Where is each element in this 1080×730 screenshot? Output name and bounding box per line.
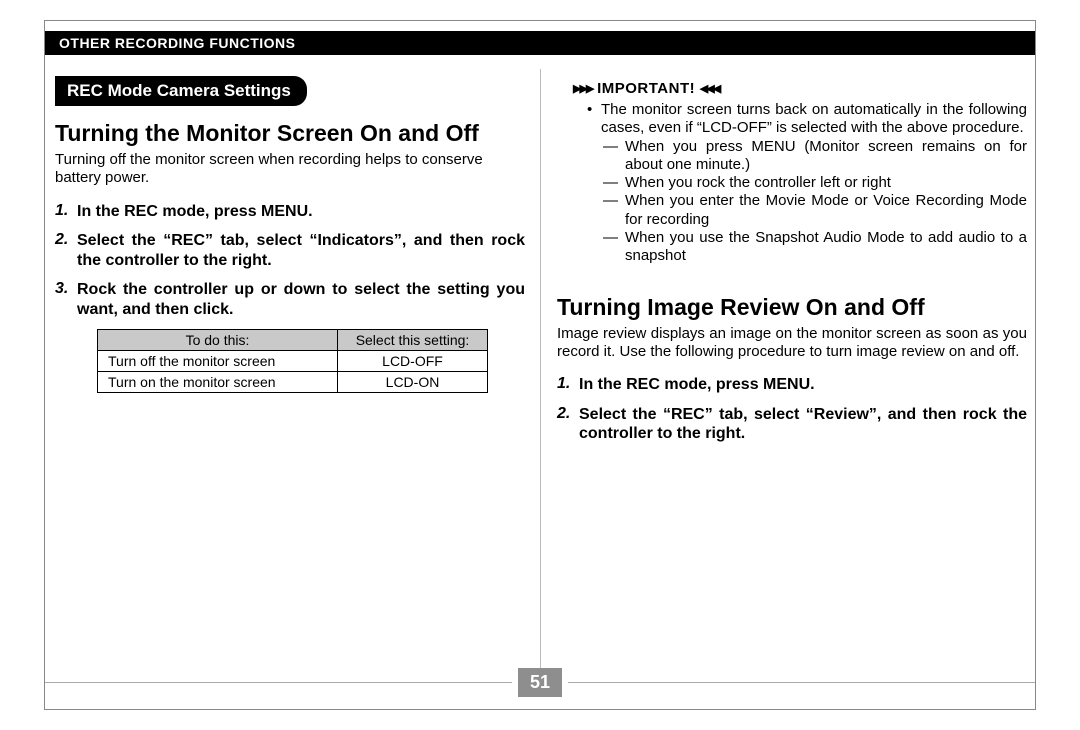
right-column: ▶▶▶ IMPORTANT! ◀◀◀ • The monitor screen … — [557, 76, 1027, 454]
subsection-pill-text: REC Mode Camera Settings — [67, 81, 291, 100]
table-header-cell: Select this setting: — [338, 330, 488, 351]
step-item: 2. Select the “REC” tab, select “Indicat… — [55, 231, 525, 270]
dash-mark: — — [603, 229, 625, 266]
column-divider — [540, 69, 541, 675]
table-row: Turn on the monitor screen LCD-ON — [98, 372, 488, 393]
table-header-cell: To do this: — [98, 330, 338, 351]
intro-image-review: Image review displays an image on the mo… — [557, 325, 1027, 362]
bullet-dot: • — [587, 101, 601, 138]
steps-image-review: 1. In the REC mode, press MENU. 2. Selec… — [557, 375, 1027, 444]
subsection-pill: REC Mode Camera Settings — [55, 76, 307, 106]
dash-mark: — — [603, 138, 625, 175]
settings-table: To do this: Select this setting: Turn of… — [97, 329, 488, 393]
dash-text: When you press MENU (Monitor screen rema… — [625, 138, 1027, 175]
triangle-left-icon: ◀◀◀ — [700, 83, 719, 95]
bullet-text: The monitor screen turns back on automat… — [601, 101, 1027, 138]
page-footer: 51 — [45, 668, 1035, 697]
dash-text: When you enter the Movie Mode or Voice R… — [625, 192, 1027, 229]
step-text: Select the “REC” tab, select “Indicators… — [77, 231, 525, 270]
footer-rule — [568, 682, 1035, 683]
step-text: Select the “REC” tab, select “Review”, a… — [579, 405, 1027, 444]
table-header-row: To do this: Select this setting: — [98, 330, 488, 351]
triangle-right-icon: ▶▶▶ — [573, 83, 592, 95]
important-content: • The monitor screen turns back on autom… — [557, 101, 1027, 266]
page-number: 51 — [518, 668, 562, 697]
footer-rule — [45, 682, 512, 683]
table-cell: Turn on the monitor screen — [98, 372, 338, 393]
intro-monitor-onoff: Turning off the monitor screen when reco… — [55, 151, 525, 188]
dash-item: — When you rock the controller left or r… — [603, 174, 1027, 192]
step-number: 1. — [557, 375, 579, 395]
manual-page: OTHER RECORDING FUNCTIONS REC Mode Camer… — [44, 20, 1036, 710]
left-column: REC Mode Camera Settings Turning the Mon… — [55, 76, 525, 393]
steps-monitor: 1. In the REC mode, press MENU. 2. Selec… — [55, 202, 525, 320]
dash-mark: — — [603, 192, 625, 229]
dash-text: When you rock the controller left or rig… — [625, 174, 1027, 192]
step-number: 3. — [55, 280, 77, 319]
dash-item: — When you use the Snapshot Audio Mode t… — [603, 229, 1027, 266]
dash-text: When you use the Snapshot Audio Mode to … — [625, 229, 1027, 266]
step-text: Rock the controller up or down to select… — [77, 280, 525, 319]
dash-item: — When you press MENU (Monitor screen re… — [603, 138, 1027, 175]
step-item: 1. In the REC mode, press MENU. — [55, 202, 525, 222]
dash-mark: — — [603, 174, 625, 192]
table-cell: LCD-ON — [338, 372, 488, 393]
step-item: 2. Select the “REC” tab, select “Review”… — [557, 405, 1027, 444]
section-header-bar: OTHER RECORDING FUNCTIONS — [45, 31, 1035, 55]
table-cell: Turn off the monitor screen — [98, 351, 338, 372]
step-number: 2. — [55, 231, 77, 270]
step-item: 1. In the REC mode, press MENU. — [557, 375, 1027, 395]
bullet-item: • The monitor screen turns back on autom… — [587, 101, 1027, 138]
heading-monitor-onoff: Turning the Monitor Screen On and Off — [55, 120, 525, 147]
important-label: ▶▶▶ IMPORTANT! ◀◀◀ — [573, 80, 1027, 97]
dash-item: — When you enter the Movie Mode or Voice… — [603, 192, 1027, 229]
table-cell: LCD-OFF — [338, 351, 488, 372]
step-item: 3. Rock the controller up or down to sel… — [55, 280, 525, 319]
step-text: In the REC mode, press MENU. — [77, 202, 525, 222]
step-text: In the REC mode, press MENU. — [579, 375, 1027, 395]
heading-image-review: Turning Image Review On and Off — [557, 294, 1027, 321]
table-row: Turn off the monitor screen LCD-OFF — [98, 351, 488, 372]
important-text: IMPORTANT! — [597, 80, 695, 97]
section-header-text: OTHER RECORDING FUNCTIONS — [59, 35, 296, 51]
step-number: 2. — [557, 405, 579, 444]
step-number: 1. — [55, 202, 77, 222]
